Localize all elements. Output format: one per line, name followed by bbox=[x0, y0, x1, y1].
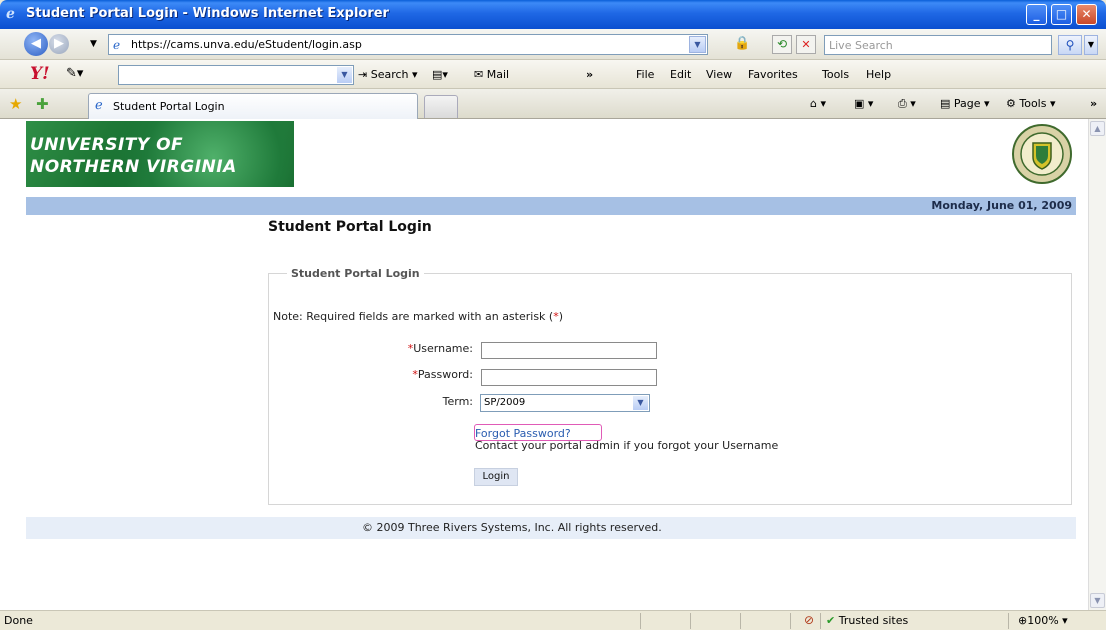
contact-admin-text: Contact your portal admin if you forgot … bbox=[475, 439, 779, 452]
ie-page-icon: ℯ bbox=[95, 98, 103, 113]
tools-menu-button[interactable]: ⚙ Tools ▾ bbox=[1006, 97, 1056, 110]
window-title-bar[interactable]: ℯ Student Portal Login - Windows Interne… bbox=[0, 0, 1106, 29]
tab-student-portal-login[interactable]: ℯ Student Portal Login bbox=[88, 93, 418, 119]
university-seal-icon bbox=[1012, 124, 1072, 184]
status-divider bbox=[640, 613, 641, 629]
page-title: Student Portal Login bbox=[268, 219, 432, 235]
feeds-icon[interactable]: ▣ ▾ bbox=[854, 97, 873, 110]
toolbar-options-button[interactable]: ▤▾ bbox=[432, 66, 448, 84]
more-chevron[interactable]: » bbox=[586, 66, 593, 84]
menu-favorites[interactable]: Favorites bbox=[748, 68, 798, 81]
copyright-text: © 2009 Three Rivers Systems, Inc. All ri… bbox=[362, 521, 662, 534]
chevron-down-icon[interactable]: ▼ bbox=[633, 396, 648, 410]
page-icon: ℯ bbox=[113, 38, 121, 52]
vertical-scrollbar[interactable]: ▲ ▼ bbox=[1088, 119, 1106, 610]
search-icon[interactable]: ⚲ bbox=[1058, 35, 1082, 55]
checkmark-icon: ✔ bbox=[826, 614, 836, 627]
university-banner: UNIVERSITY OF NORTHERN VIRGINIA bbox=[26, 121, 294, 187]
close-button[interactable]: ✕ bbox=[1076, 4, 1097, 25]
term-select[interactable]: SP/2009 ▼ bbox=[480, 394, 650, 412]
toolbar-search-input[interactable]: ▼ bbox=[118, 65, 354, 85]
menu-tools[interactable]: Tools bbox=[822, 68, 849, 81]
pencil-icon[interactable]: ✎▾ bbox=[66, 66, 83, 81]
term-label: Term: bbox=[442, 395, 473, 408]
page-menu-button[interactable]: ▤ Page ▾ bbox=[940, 97, 990, 110]
print-icon[interactable]: ⎙ ▾ bbox=[898, 97, 916, 111]
new-tab-button[interactable] bbox=[424, 95, 458, 118]
stop-icon[interactable]: ✕ bbox=[796, 35, 816, 54]
home-icon[interactable]: ⌂ ▾ bbox=[810, 97, 826, 110]
password-input[interactable] bbox=[481, 369, 657, 386]
status-divider bbox=[740, 613, 741, 629]
scroll-down-icon[interactable]: ▼ bbox=[1090, 593, 1105, 608]
yahoo-icon[interactable]: Y! bbox=[30, 64, 50, 84]
required-note: Note: Required fields are marked with an… bbox=[273, 310, 564, 323]
lock-icon[interactable]: 🔒 bbox=[734, 37, 750, 51]
url-text: https://cams.unva.edu/eStudent/login.asp bbox=[131, 38, 362, 51]
mail-button[interactable]: ✉ Mail bbox=[474, 66, 509, 84]
minimize-button[interactable]: _ bbox=[1026, 4, 1047, 25]
tab-bar: ★ ✚ ℯ Student Portal Login ⌂ ▾ ▣ ▾ ⎙ ▾ ▤… bbox=[0, 89, 1106, 119]
status-text: Done bbox=[4, 614, 33, 627]
add-favorite-icon[interactable]: ✚ bbox=[36, 95, 49, 113]
privacy-report-icon[interactable]: ⊘ bbox=[804, 613, 814, 627]
username-input[interactable] bbox=[481, 342, 657, 359]
status-divider bbox=[690, 613, 691, 629]
banner-line-2: NORTHERN VIRGINIA bbox=[30, 157, 237, 177]
yahoo-toolbar: Y! ✎▾ ▼ ⇥ Search ▾ ▤▾ ✉ Mail » File Edit… bbox=[0, 60, 1106, 89]
username-label: *Username: bbox=[407, 342, 473, 355]
search-button[interactable]: ⇥ Search ▾ bbox=[358, 66, 418, 84]
menu-edit[interactable]: Edit bbox=[670, 68, 691, 81]
maximize-button[interactable]: □ bbox=[1051, 4, 1072, 25]
chevron-down-icon[interactable]: ▼ bbox=[689, 36, 706, 53]
chevron-down-icon[interactable]: ▼ bbox=[337, 67, 352, 83]
date-bar: Monday, June 01, 2009 bbox=[26, 197, 1076, 215]
menu-file[interactable]: File bbox=[636, 68, 654, 81]
window-title: Student Portal Login - Windows Internet … bbox=[26, 6, 389, 21]
password-label: *Password: bbox=[412, 368, 473, 381]
term-selected-value: SP/2009 bbox=[484, 397, 526, 408]
status-bar: Done ⊘ ✔ Trusted sites ⊕100% ▾ bbox=[0, 610, 1106, 630]
address-bar-row: ◀ ▶ ▼ ℯ https://cams.unva.edu/eStudent/l… bbox=[0, 29, 1106, 60]
back-arrow-icon[interactable]: ◀ bbox=[24, 32, 48, 56]
zoom-level[interactable]: ⊕100% ▾ bbox=[1018, 614, 1068, 627]
menu-help[interactable]: Help bbox=[866, 68, 891, 81]
refresh-icon[interactable]: ⟲ bbox=[772, 35, 792, 54]
live-search-input[interactable]: Live Search bbox=[824, 35, 1052, 55]
ie-logo-icon: ℯ bbox=[6, 6, 15, 22]
footer-bar: © 2009 Three Rivers Systems, Inc. All ri… bbox=[26, 517, 1076, 539]
history-dropdown-icon[interactable]: ▼ bbox=[90, 39, 97, 49]
search-options-icon[interactable]: ▼ bbox=[1084, 35, 1098, 55]
page-content: UNIVERSITY OF NORTHERN VIRGINIA Monday, … bbox=[0, 119, 1088, 610]
status-divider bbox=[1008, 613, 1009, 629]
forward-arrow-icon[interactable]: ▶ bbox=[49, 34, 69, 54]
scroll-up-icon[interactable]: ▲ bbox=[1090, 121, 1105, 136]
tab-label: Student Portal Login bbox=[113, 100, 225, 113]
current-date: Monday, June 01, 2009 bbox=[931, 199, 1072, 212]
menu-view[interactable]: View bbox=[706, 68, 732, 81]
favorites-star-icon[interactable]: ★ bbox=[9, 95, 22, 113]
fieldset-legend: Student Portal Login bbox=[287, 267, 424, 280]
status-divider bbox=[790, 613, 791, 629]
banner-line-1: UNIVERSITY OF bbox=[30, 135, 184, 155]
login-button[interactable]: Login bbox=[474, 468, 518, 486]
login-fieldset: Student Portal Login Note: Required fiel… bbox=[268, 267, 1072, 505]
security-zone[interactable]: ✔ Trusted sites bbox=[826, 614, 908, 627]
address-input[interactable]: ℯ https://cams.unva.edu/eStudent/login.a… bbox=[108, 34, 708, 55]
status-divider bbox=[820, 613, 821, 629]
more-chevron-icon[interactable]: » bbox=[1090, 97, 1097, 110]
